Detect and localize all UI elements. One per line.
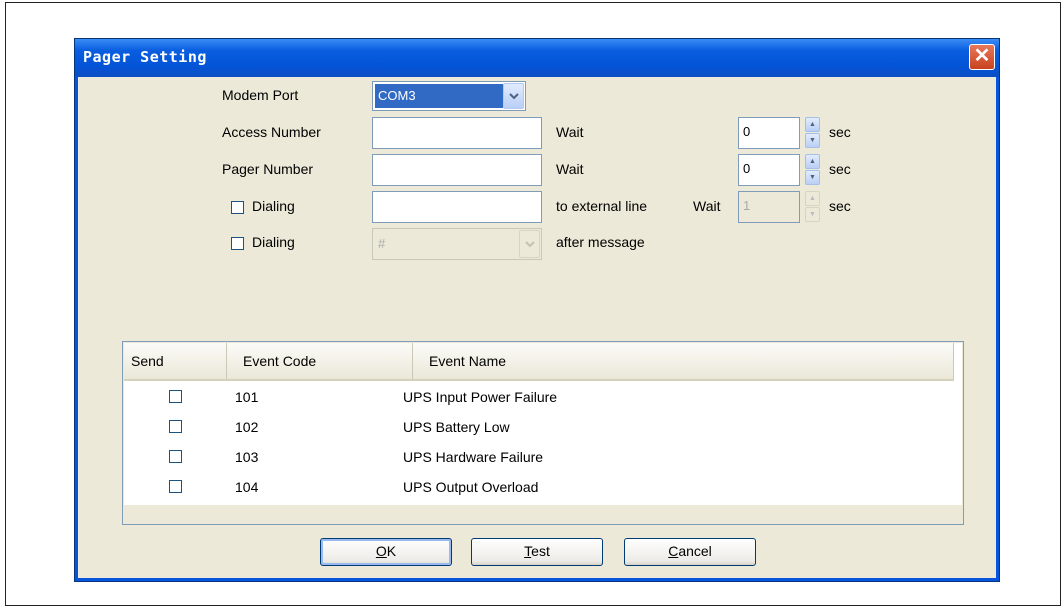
dialing-external-label: Dialing (252, 198, 295, 214)
pager-wait-spinner[interactable]: ▲ ▼ (805, 154, 821, 186)
spin-up-icon[interactable]: ▲ (805, 117, 820, 132)
access-wait-label: Wait (556, 124, 584, 140)
dialing-external-checkbox[interactable] (231, 201, 244, 214)
table-row[interactable]: 104 UPS Output Overload (124, 472, 954, 502)
pager-setting-dialog: Pager Setting ✕ Modem Port COM3 Access N… (74, 38, 1000, 582)
dialog-client: Modem Port COM3 Access Number Wait 0 ▲ ▼… (78, 77, 996, 578)
dialing-external-input[interactable] (372, 191, 542, 223)
dialing-after-message-select[interactable]: # (372, 228, 542, 260)
close-icon: ✕ (973, 45, 991, 67)
dialing-after-message-suffix: after message (556, 234, 645, 250)
send-checkbox[interactable] (169, 420, 182, 433)
test-label-rest: est (531, 543, 550, 559)
access-wait-unit: sec (829, 124, 851, 140)
spin-down-icon[interactable]: ▼ (805, 207, 820, 222)
pager-wait-unit: sec (829, 161, 851, 177)
modem-port-value: COM3 (375, 84, 503, 108)
dialing-after-message-label: Dialing (252, 234, 295, 250)
event-name: UPS Input Power Failure (403, 389, 558, 405)
pager-number-input[interactable] (372, 154, 542, 186)
send-checkbox[interactable] (169, 390, 182, 403)
event-name: UPS Battery Low (403, 419, 510, 435)
modem-port-select[interactable]: COM3 (372, 81, 526, 111)
column-header-event-name[interactable]: Event Name (413, 343, 954, 379)
chevron-down-icon[interactable] (503, 83, 524, 109)
spin-up-icon[interactable]: ▲ (805, 154, 820, 169)
access-number-input[interactable] (372, 117, 542, 149)
dialing-external-suffix: to external line (556, 198, 648, 214)
send-checkbox[interactable] (169, 480, 182, 493)
event-table-body: Send Event Code Event Name 101 UPS Input… (124, 343, 962, 505)
spin-down-icon[interactable]: ▼ (805, 170, 820, 185)
spin-down-icon[interactable]: ▼ (805, 133, 820, 148)
ok-label-rest: K (386, 543, 397, 559)
access-wait-input[interactable]: 0 (738, 117, 800, 149)
event-code: 102 (235, 419, 259, 435)
pager-wait-input[interactable]: 0 (738, 154, 800, 186)
event-name: UPS Hardware Failure (403, 449, 544, 465)
pager-number-label: Pager Number (222, 161, 314, 177)
table-row[interactable]: 103 UPS Hardware Failure (124, 442, 954, 472)
dialing-external-wait-label: Wait (693, 198, 721, 214)
chevron-down-icon[interactable] (519, 230, 540, 258)
pager-wait-label: Wait (556, 161, 584, 177)
column-header-event-code[interactable]: Event Code (227, 343, 413, 379)
dialing-after-message-value: # (378, 236, 386, 251)
dialing-after-message-checkbox[interactable] (231, 237, 244, 250)
ok-button[interactable]: OK (320, 538, 452, 566)
access-number-label: Access Number (222, 124, 321, 140)
dialing-external-wait-spinner[interactable]: ▲ ▼ (805, 191, 821, 223)
cancel-mnemonic: C (668, 543, 679, 559)
dialing-external-wait-unit: sec (829, 198, 851, 214)
cancel-label-rest: ancel (678, 543, 712, 559)
event-table: Send Event Code Event Name 101 UPS Input… (122, 341, 964, 525)
dialog-title: Pager Setting (83, 48, 207, 66)
table-header: Send Event Code Event Name (124, 343, 954, 381)
dialing-external-wait-input[interactable]: 1 (738, 191, 800, 223)
modem-port-label: Modem Port (222, 87, 299, 103)
table-row[interactable]: 101 UPS Input Power Failure (124, 382, 954, 412)
event-code: 104 (235, 479, 259, 495)
event-code: 101 (235, 389, 259, 405)
column-header-send[interactable]: Send (124, 343, 227, 379)
close-button[interactable]: ✕ (969, 44, 995, 70)
event-name: UPS Output Overload (403, 479, 539, 495)
cancel-button[interactable]: Cancel (624, 538, 756, 566)
ok-mnemonic: O (375, 543, 387, 559)
table-row[interactable]: 102 UPS Battery Low (124, 412, 954, 442)
event-code: 103 (235, 449, 259, 465)
send-checkbox[interactable] (169, 450, 182, 463)
spin-up-icon[interactable]: ▲ (805, 191, 820, 206)
test-button[interactable]: Test (471, 538, 603, 566)
access-wait-spinner[interactable]: ▲ ▼ (805, 117, 821, 149)
title-bar[interactable]: Pager Setting ✕ (75, 39, 999, 77)
